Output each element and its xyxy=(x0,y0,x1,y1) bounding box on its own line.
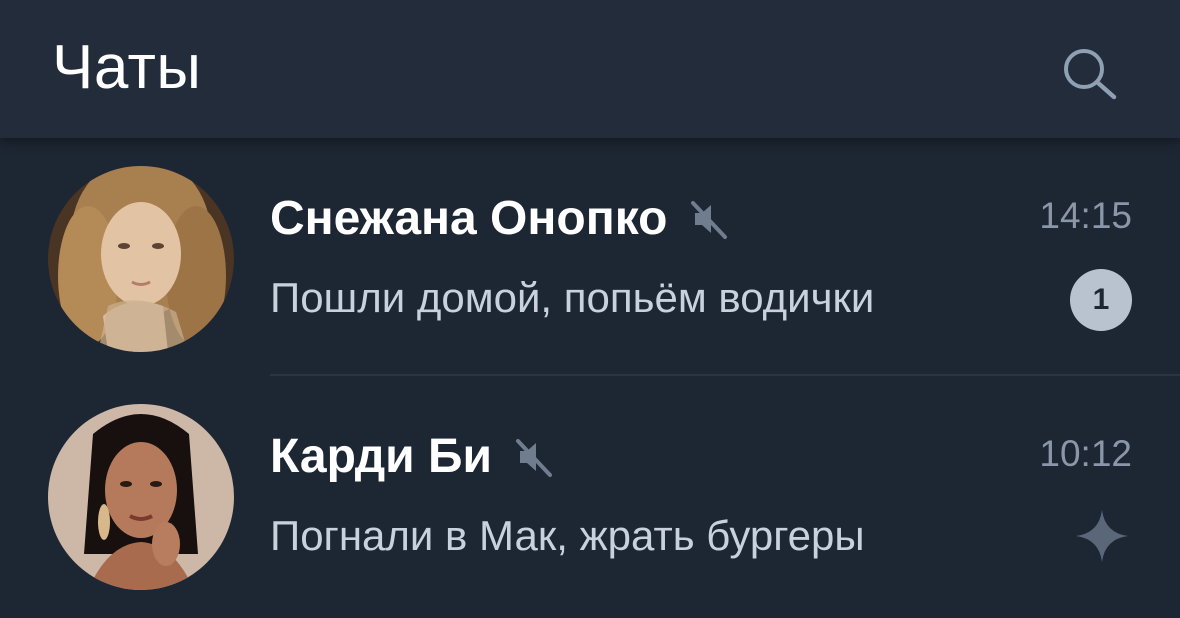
search-icon xyxy=(1064,49,1117,100)
chat-name: Снежана Онопко xyxy=(270,192,668,245)
avatar xyxy=(48,404,234,590)
chat-item[interactable]: Карди Би 10:12 Погнали в Мак, жрать бург… xyxy=(0,376,1180,612)
chat-last-message: Погнали в Мак, жрать бургеры xyxy=(270,512,865,559)
app-header: Чаты xyxy=(0,0,1180,138)
chat-list: Снежана Онопко 14:15 Пошли домой, попьём… xyxy=(0,138,1180,618)
chat-name-row: Снежана Онопко xyxy=(270,190,731,248)
search-button[interactable] xyxy=(1054,44,1126,102)
chat-time: 14:15 xyxy=(1039,195,1132,236)
avatar xyxy=(48,166,234,352)
page-title: Чаты xyxy=(52,33,202,102)
chat-name: Карди Би xyxy=(270,430,493,483)
unread-badge: 1 xyxy=(1070,269,1132,331)
chat-name-row: Карди Би xyxy=(270,428,556,486)
chat-time: 10:12 xyxy=(1039,433,1132,474)
mute-icon xyxy=(691,201,728,239)
chat-item[interactable]: Снежана Онопко 14:15 Пошли домой, попьём… xyxy=(0,138,1180,376)
mute-icon xyxy=(516,439,553,477)
chat-last-message: Пошли домой, попьём водички xyxy=(270,274,875,321)
sparkle-icon xyxy=(1076,510,1128,562)
